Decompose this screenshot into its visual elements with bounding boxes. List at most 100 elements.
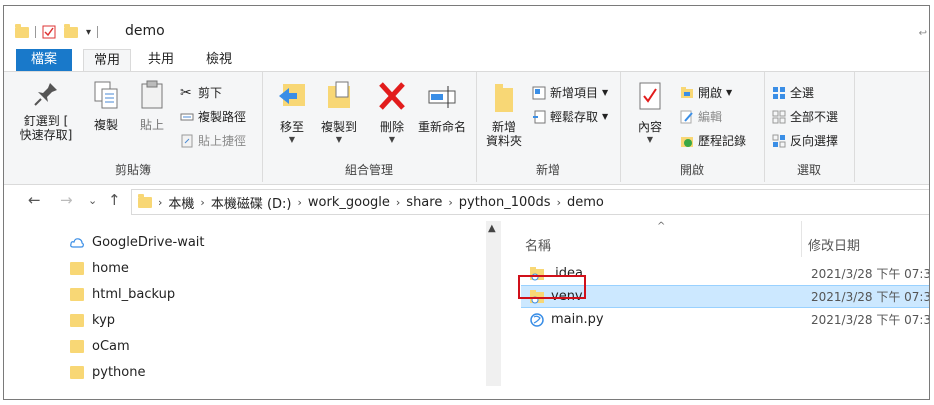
chevron-right-icon[interactable]: › (396, 196, 400, 209)
nav-item-kyp[interactable]: kyp (70, 313, 115, 328)
new-folder-button[interactable]: 新增 資料夾 (482, 80, 526, 148)
nav-item-ocam[interactable]: oCam (70, 339, 130, 354)
breadcrumb-this-pc[interactable]: 本機 (168, 193, 194, 212)
navigation-bar: ← → ⌄ ↑ › 本機 › 本機磁碟 (D:) › work_google ›… (4, 186, 929, 216)
move-to-button[interactable]: 移至 ▼ (272, 80, 312, 144)
nav-item-pythone[interactable]: pythone (70, 365, 145, 380)
scroll-up-arrow-icon[interactable]: ▲ (488, 223, 496, 234)
tab-home[interactable]: 常用 (83, 49, 131, 73)
open-group: 內容 ▼ 開啟 ▼ 編輯 歷程記錄 開啟 (620, 72, 765, 182)
paste-button[interactable]: 貼上 (132, 80, 172, 133)
invert-selection-button[interactable]: 反向選擇 (772, 132, 838, 149)
column-header-date-modified[interactable]: 修改日期 (808, 235, 860, 254)
properties-label: 內容 (637, 120, 662, 134)
new-item-label: 新增項目 (550, 86, 599, 100)
rename-label: 重新命名 (417, 120, 466, 134)
navigation-pane-scrollbar[interactable]: ▲ (486, 221, 501, 386)
file-name: main.py (551, 312, 604, 327)
delete-x-icon (379, 82, 405, 110)
up-arrow-icon[interactable]: ↑ (108, 191, 121, 209)
easy-access-dropdown-icon[interactable]: ▼ (602, 112, 608, 121)
folder-icon (70, 262, 84, 275)
nav-item-home[interactable]: home (70, 261, 129, 276)
new-item-dropdown-icon[interactable]: ▼ (602, 88, 608, 97)
open-dropdown-icon[interactable]: ▼ (726, 88, 732, 97)
copy-label: 複製 (93, 118, 118, 132)
column-header-name[interactable]: 名稱 (525, 235, 551, 254)
quick-access-toolbar: ▾ (15, 22, 104, 42)
folder-icon (70, 314, 84, 327)
chevron-right-icon[interactable]: › (158, 196, 162, 209)
rename-button[interactable]: 重新命名 (414, 80, 470, 135)
select-all-label: 全選 (790, 86, 815, 100)
copy-path-label: 複製路徑 (198, 110, 247, 124)
select-none-label: 全部不選 (790, 110, 839, 124)
recent-locations-chevron-icon[interactable]: ⌄ (88, 194, 97, 207)
tab-view[interactable]: 檢視 (196, 49, 242, 71)
move-to-dropdown-icon[interactable]: ▼ (272, 135, 312, 144)
breadcrumb-local-disk[interactable]: 本機磁碟 (D:) (211, 193, 292, 212)
back-arrow-icon[interactable]: ← (28, 191, 41, 209)
move-to-icon (279, 84, 305, 106)
nav-item-label: pythone (92, 365, 146, 380)
folder-icon (70, 288, 84, 301)
folder-icon (70, 340, 84, 353)
new-item-icon (532, 86, 546, 99)
nav-item-label: kyp (92, 313, 116, 328)
cut-button[interactable]: ✂ 剪下 (180, 84, 222, 101)
chevron-right-icon[interactable]: › (448, 196, 452, 209)
breadcrumb-demo[interactable]: demo (567, 195, 604, 210)
rename-icon (428, 86, 456, 108)
copy-to-button[interactable]: 複製到 ▼ (316, 80, 362, 144)
properties-check-icon[interactable] (42, 25, 56, 39)
tab-share[interactable]: 共用 (138, 49, 184, 71)
properties-dropdown-icon[interactable]: ▼ (630, 135, 670, 144)
easy-access-button[interactable]: 輕鬆存取 ▼ (532, 108, 608, 125)
invert-selection-label: 反向選擇 (790, 134, 839, 148)
nav-item-label: GoogleDrive-wait (92, 235, 205, 250)
ribbon: 釘選到 [ 快速存取] 複製 貼上 ✂ 剪下 複製路徑 貼上捷徑 剪貼簿 移至 … (4, 71, 929, 185)
nav-item-html-backup[interactable]: html_backup (70, 287, 175, 302)
new-folder-icon[interactable] (64, 23, 78, 38)
pin-quick-access-button[interactable]: 釘選到 [ 快速存取] (16, 80, 76, 142)
cut-label: 剪下 (198, 86, 223, 100)
chevron-right-icon[interactable]: › (200, 196, 204, 209)
copy-button[interactable]: 複製 (86, 80, 126, 133)
delete-dropdown-icon[interactable]: ▼ (372, 135, 412, 144)
file-row-main-py[interactable]: main.py 2021/3/28 下午 07:3 (521, 309, 929, 330)
properties-button[interactable]: 內容 ▼ (630, 80, 670, 144)
clipboard-group-label: 剪貼簿 (114, 163, 151, 177)
paste-shortcut-label: 貼上捷徑 (198, 134, 247, 148)
new-item-button[interactable]: 新增項目 ▼ (532, 84, 608, 101)
history-button[interactable]: 歷程記錄 (680, 132, 746, 149)
breadcrumb-share[interactable]: share (406, 195, 442, 210)
copy-icon (94, 81, 118, 109)
edit-button[interactable]: 編輯 (680, 108, 722, 125)
open-button[interactable]: 開啟 ▼ (680, 84, 732, 101)
address-bar[interactable]: › 本機 › 本機磁碟 (D:) › work_google › share ›… (131, 189, 929, 215)
window-title: demo (125, 23, 165, 39)
copy-path-button[interactable]: 複製路徑 (180, 108, 246, 125)
forward-arrow-icon[interactable]: → (60, 191, 73, 209)
new-folder-icon (495, 84, 513, 112)
select-none-button[interactable]: 全部不選 (772, 108, 838, 125)
history-icon (681, 136, 693, 147)
nav-item-googledrive-wait[interactable]: GoogleDrive-wait (70, 235, 205, 250)
paste-label: 貼上 (139, 118, 164, 132)
history-label: 歷程記錄 (698, 134, 747, 148)
navigation-pane: GoogleDrive-wait home html_backup kyp oC… (4, 221, 501, 386)
delete-button[interactable]: 刪除 ▼ (372, 80, 412, 144)
highlight-box (518, 275, 586, 299)
properties-icon (639, 82, 661, 110)
tab-file[interactable]: 檔案 (16, 49, 72, 71)
chevron-right-icon[interactable]: › (557, 196, 561, 209)
customize-toolbar-icon[interactable]: ▾ (86, 27, 91, 38)
new-group-label: 新增 (535, 163, 560, 177)
copy-to-dropdown-icon[interactable]: ▼ (316, 135, 362, 144)
chevron-right-icon[interactable]: › (298, 196, 302, 209)
file-date: 2021/3/28 下午 07:3 (811, 313, 930, 327)
breadcrumb-work-google[interactable]: work_google (308, 195, 390, 210)
paste-shortcut-button[interactable]: 貼上捷徑 (180, 132, 246, 149)
breadcrumb-python-100ds[interactable]: python_100ds (459, 195, 551, 210)
select-all-button[interactable]: 全選 (772, 84, 814, 101)
